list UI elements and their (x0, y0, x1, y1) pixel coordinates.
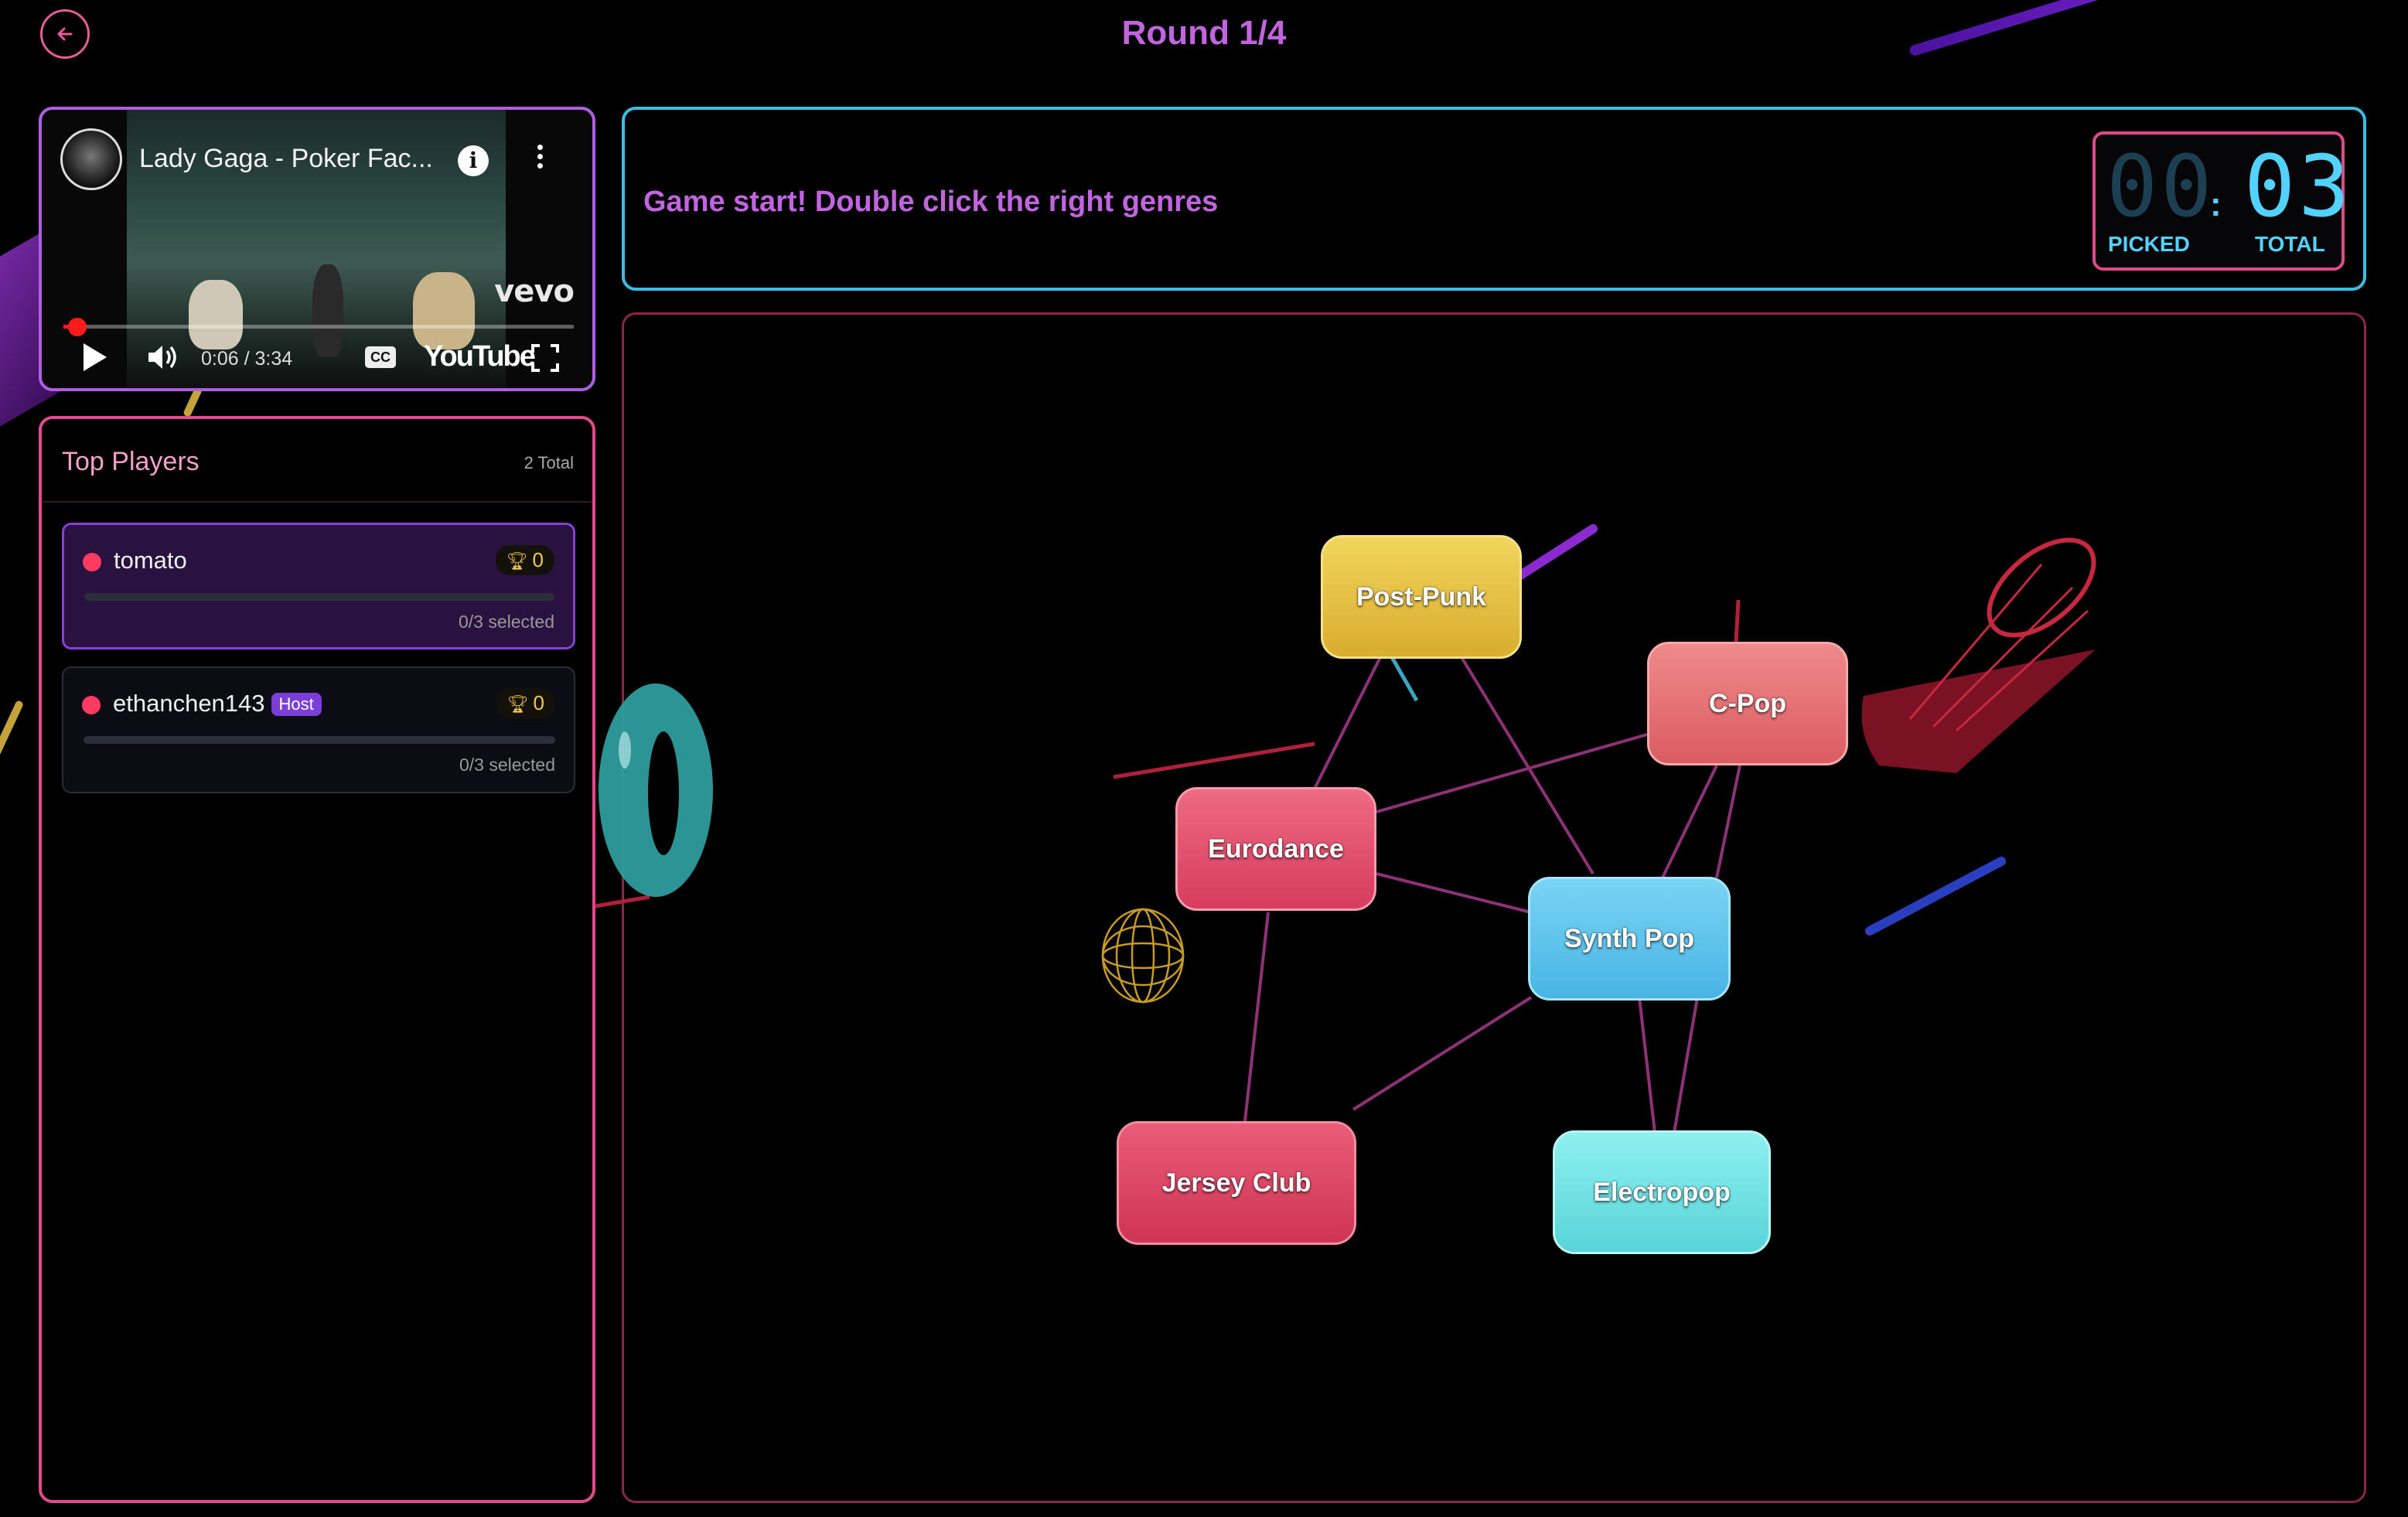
player-card[interactable]: tomato 🏆︎ 0 0/3 selected (62, 523, 575, 649)
picked-label: PICKED (2108, 232, 2190, 256)
genre-node-post-punk[interactable]: Post-Punk (1321, 535, 1522, 659)
round-title: Round 1/4 (1121, 14, 1287, 52)
youtube-logo[interactable]: YouTube (424, 340, 536, 373)
status-dot (82, 696, 101, 714)
genre-node-electropop[interactable]: Electropop (1553, 1130, 1771, 1254)
play-icon[interactable] (84, 343, 107, 371)
video-player[interactable]: Lady Gaga - Poker Fac... i vevo 0:06 / 3… (39, 107, 595, 391)
player-progress-bar (84, 593, 554, 601)
total-digits: 03 (2244, 137, 2353, 236)
player-card[interactable]: ethanchen143 Host 🏆︎ 0 0/3 selected (62, 666, 575, 793)
game-message-panel: Game start! Double click the right genre… (622, 107, 2366, 291)
bg-streak-yellow-left (0, 699, 25, 809)
divider (42, 501, 592, 503)
volume-icon[interactable] (145, 342, 184, 373)
video-title[interactable]: Lady Gaga - Poker Fac... (139, 144, 433, 174)
video-scene-figure (189, 280, 243, 349)
video-scene-figure (413, 272, 475, 349)
trophy-icon: 🏆︎ (506, 551, 528, 571)
vevo-logo: vevo (494, 274, 575, 309)
total-label: TOTAL (2255, 232, 2325, 256)
closed-captions-icon[interactable]: CC (365, 346, 396, 368)
more-options-icon[interactable] (532, 141, 547, 179)
video-progress-knob[interactable] (68, 318, 87, 336)
genre-node-c-pop[interactable]: C-Pop (1647, 642, 1848, 765)
genre-game-area[interactable] (622, 312, 2366, 1503)
trophy-icon: 🏆︎ (506, 694, 529, 714)
video-progress-bar[interactable] (63, 318, 574, 336)
genre-node-synth-pop[interactable]: Synth Pop (1528, 877, 1731, 1001)
score-badge: 🏆︎ 0 (495, 545, 554, 575)
player-name: tomato (114, 547, 187, 574)
score-badge: 🏆︎ 0 (496, 688, 555, 718)
genre-node-jersey-club[interactable]: Jersey Club (1117, 1121, 1356, 1245)
video-time: 0:06 / 3:34 (201, 348, 293, 370)
player-selected-count: 0/3 selected (458, 612, 554, 632)
game-message: Game start! Double click the right genre… (643, 186, 1219, 218)
top-players-panel: Top Players 2 Total tomato 🏆︎ 0 0/3 selec… (39, 416, 595, 1503)
player-selected-count: 0/3 selected (459, 755, 555, 775)
player-progress-bar (84, 736, 555, 744)
video-scene-figure (312, 264, 343, 357)
picked-digits: 00 (2106, 137, 2215, 236)
status-dot (83, 553, 101, 571)
players-title: Top Players (62, 447, 200, 476)
host-badge: Host (271, 693, 322, 716)
info-icon[interactable]: i (458, 145, 489, 176)
fullscreen-icon[interactable] (530, 343, 560, 373)
genre-node-eurodance[interactable]: Eurodance (1175, 787, 1376, 911)
counter-separator: : (2210, 186, 2222, 223)
player-name: ethanchen143 Host (113, 690, 322, 718)
players-total: 2 Total (524, 453, 574, 472)
pick-counter: 00 : 03 PICKED TOTAL (2093, 131, 2349, 271)
channel-avatar[interactable] (60, 128, 122, 190)
